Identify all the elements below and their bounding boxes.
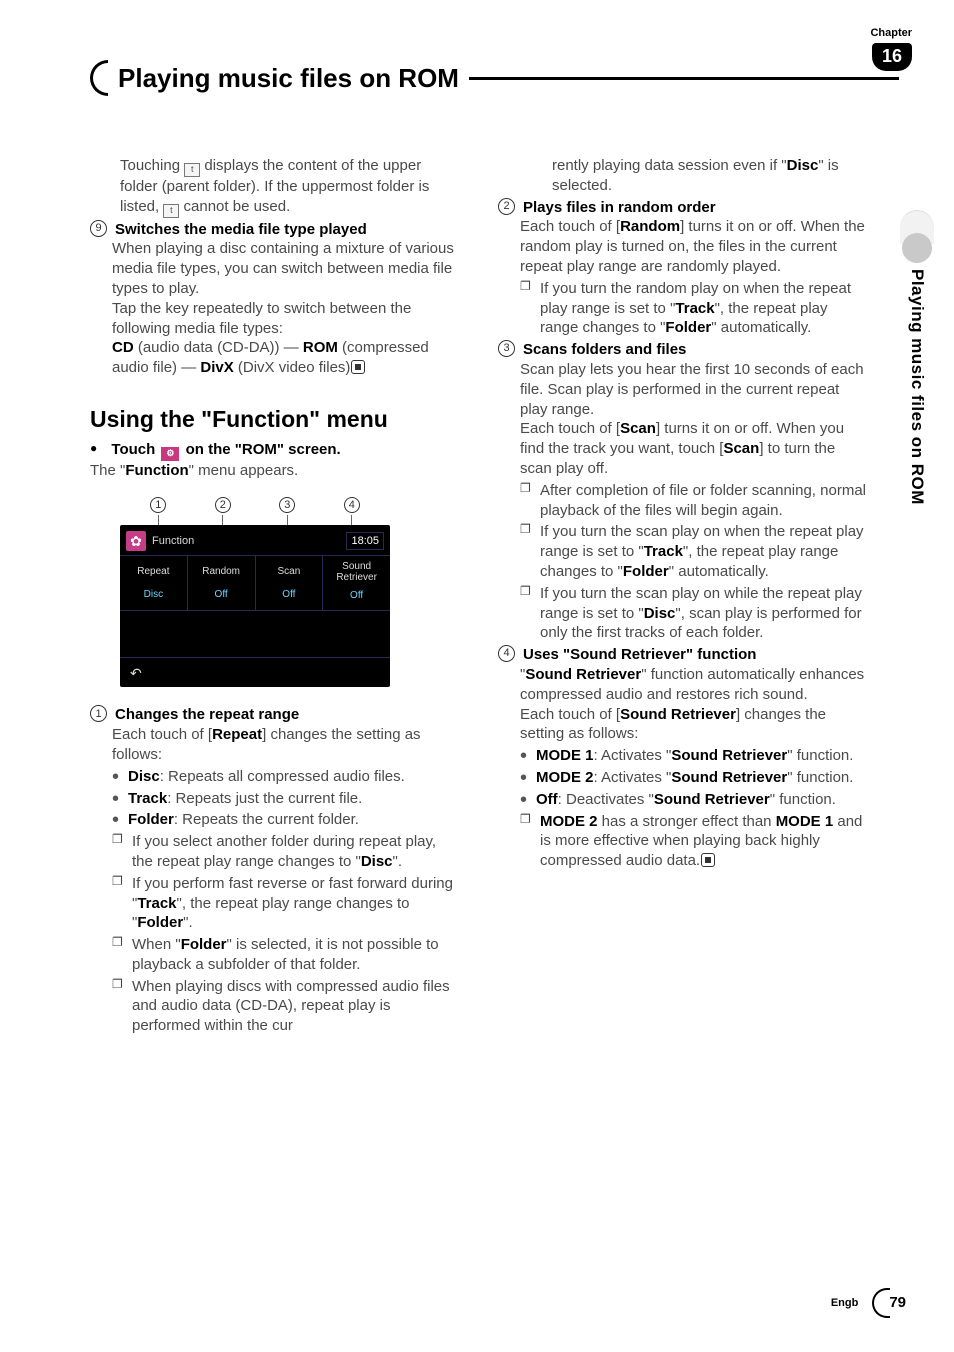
item-2-p1: Each touch of [Random] turns it on or of… bbox=[520, 217, 868, 276]
item-3-notes: After completion of file or folder scann… bbox=[520, 481, 868, 643]
chapter-number-badge: 16 bbox=[872, 43, 912, 71]
item-4: 4 Uses "Sound Retriever" function "Sound… bbox=[498, 645, 868, 871]
function-key-icon: ⚙ bbox=[161, 447, 179, 461]
circled-1: 1 bbox=[90, 705, 107, 722]
title-cap bbox=[90, 60, 108, 96]
continued-note: rently playing data session even if "Dis… bbox=[552, 156, 868, 196]
up-folder-icon: t bbox=[163, 204, 179, 218]
tab-scan[interactable]: Scan Off bbox=[256, 556, 324, 610]
item-9-p1: When playing a disc containing a mixture… bbox=[112, 239, 460, 298]
side-tab-text: Playing music files on ROM bbox=[906, 269, 928, 505]
chapter-label: Chapter bbox=[870, 26, 912, 41]
item-4-title: Uses "Sound Retriever" function bbox=[523, 645, 756, 665]
side-tab-cap bbox=[902, 233, 932, 263]
intro-text: Touching t displays the content of the u… bbox=[120, 156, 460, 218]
footer: Engb 79 bbox=[831, 1288, 906, 1318]
item-9-p3: CD (audio data (CD-DA)) — ROM (compresse… bbox=[112, 338, 460, 378]
item-3-p2: Each touch of [Scan] turns it on or off.… bbox=[520, 419, 868, 478]
circled-2: 2 bbox=[498, 198, 515, 215]
item-3-title: Scans folders and files bbox=[523, 340, 686, 360]
section-heading-function-menu: Using the "Function" menu bbox=[90, 404, 460, 434]
item-1-bullets: Disc: Repeats all compressed audio files… bbox=[112, 767, 460, 830]
item-9-title: Switches the media file type played bbox=[115, 220, 367, 240]
section-end-icon bbox=[701, 853, 715, 867]
item-2-notes: If you turn the random play on when the … bbox=[520, 279, 868, 338]
page-title: Playing music files on ROM bbox=[118, 61, 459, 95]
item-4-p1: "Sound Retriever" function automatically… bbox=[520, 665, 868, 705]
function-menu-screenshot: 1 2 3 4 Function 18:05 Repeat Disc bbox=[120, 497, 390, 687]
screenshot-title: Function bbox=[152, 534, 194, 549]
item-3-p1: Scan play lets you hear the first 10 sec… bbox=[520, 360, 868, 419]
callout-numbers: 1 2 3 4 bbox=[120, 497, 390, 515]
item-4-bullets: MODE 1: Activates "Sound Retriever" func… bbox=[520, 746, 868, 809]
item-4-p2: Each touch of [Sound Retriever] changes … bbox=[520, 705, 868, 745]
item-1-notes: If you select another folder during repe… bbox=[112, 832, 460, 1036]
circled-3: 3 bbox=[498, 340, 515, 357]
right-column: rently playing data session even if "Dis… bbox=[498, 156, 868, 1038]
item-9: 9 Switches the media file type played Wh… bbox=[90, 220, 460, 378]
tab-sound-retriever[interactable]: Sound Retriever Off bbox=[323, 556, 390, 610]
clock: 18:05 bbox=[346, 532, 384, 551]
gear-icon[interactable] bbox=[126, 531, 146, 551]
section-end-icon bbox=[351, 360, 365, 374]
footer-page: 79 bbox=[872, 1288, 906, 1318]
item-2: 2 Plays files in random order Each touch… bbox=[498, 198, 868, 339]
up-folder-icon: t bbox=[184, 163, 200, 177]
instruction-result: The "Function" menu appears. bbox=[90, 461, 460, 481]
footer-lang: Engb bbox=[831, 1296, 859, 1311]
item-1: 1 Changes the repeat range Each touch of… bbox=[90, 705, 460, 1036]
item-3: 3 Scans folders and files Scan play lets… bbox=[498, 340, 868, 643]
circled-9: 9 bbox=[90, 220, 107, 237]
item-4-notes: MODE 2 has a stronger effect than MODE 1… bbox=[520, 812, 868, 871]
item-1-p1: Each touch of [Repeat] changes the setti… bbox=[112, 725, 460, 765]
item-1-title: Changes the repeat range bbox=[115, 705, 299, 725]
back-icon[interactable]: ↶ bbox=[130, 664, 142, 682]
item-9-p2: Tap the key repeatedly to switch between… bbox=[112, 299, 460, 339]
function-tabs: Repeat Disc Random Off Scan Off Sound Re… bbox=[120, 555, 390, 611]
circled-4: 4 bbox=[498, 645, 515, 662]
page-number: 79 bbox=[889, 1293, 906, 1313]
screenshot-box: Function 18:05 Repeat Disc Random Off Sc… bbox=[120, 525, 390, 687]
left-column: Touching t displays the content of the u… bbox=[90, 156, 460, 1038]
title-bar: Playing music files on ROM bbox=[90, 60, 899, 96]
page-arc bbox=[872, 1288, 890, 1318]
instruction-lead: Touch ⚙ on the "ROM" screen. bbox=[90, 440, 460, 461]
item-2-title: Plays files in random order bbox=[523, 198, 716, 218]
tab-repeat[interactable]: Repeat Disc bbox=[120, 556, 188, 610]
content-columns: Touching t displays the content of the u… bbox=[90, 156, 899, 1038]
side-tab: Playing music files on ROM bbox=[900, 210, 934, 527]
title-rule bbox=[469, 77, 899, 80]
tab-random[interactable]: Random Off bbox=[188, 556, 256, 610]
chapter-header: Chapter 16 bbox=[870, 26, 912, 71]
